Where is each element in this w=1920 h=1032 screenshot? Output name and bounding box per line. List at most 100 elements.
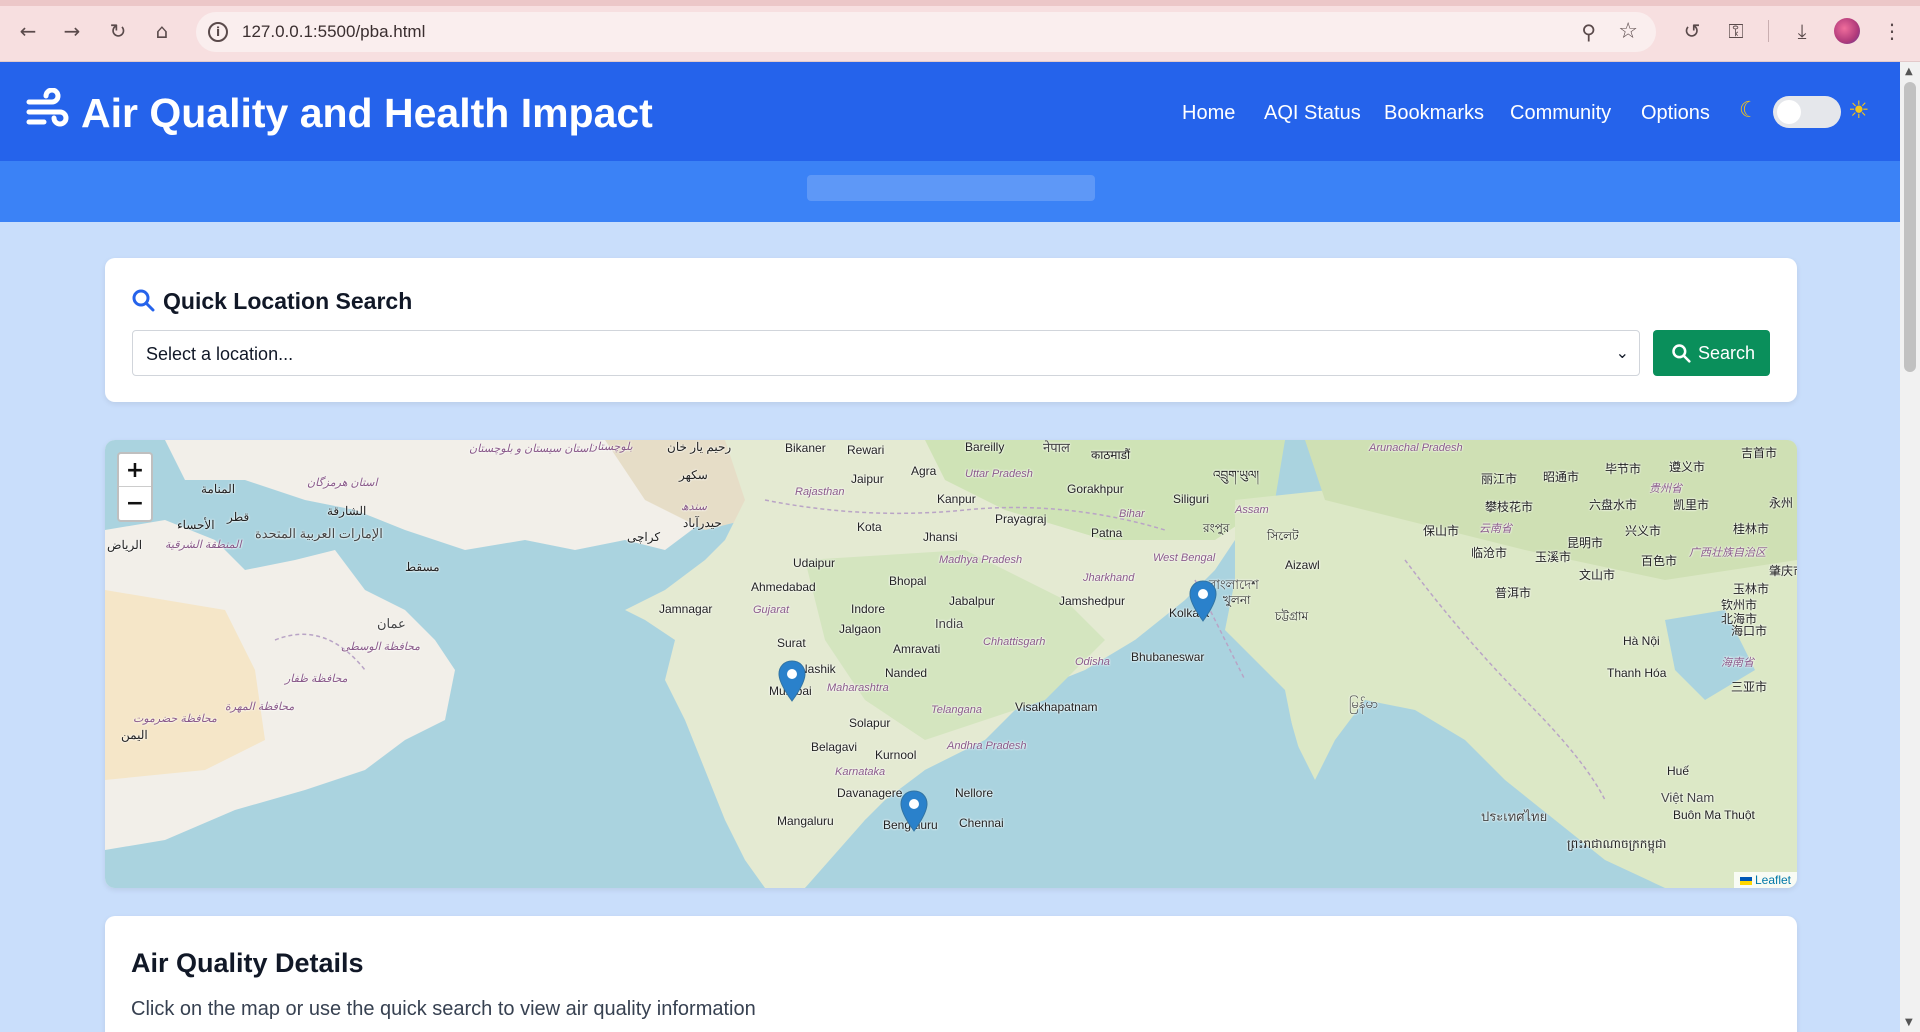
map-label: Bhopal	[889, 574, 927, 588]
map-label: الشارقة	[327, 504, 367, 518]
map-label: Rajasthan	[795, 486, 845, 498]
search-button-label[interactable]: Search	[1698, 343, 1755, 364]
map-label: 海南省	[1721, 657, 1754, 669]
scroll-down-arrow-icon[interactable]: ▼	[1905, 1017, 1913, 1028]
map-label: 桂林市	[1733, 522, 1770, 536]
address-url[interactable]: 127.0.0.1:5500/pba.html	[242, 22, 425, 42]
details-hint-text: Click on the map or use the quick search…	[131, 998, 756, 1020]
address-bar[interactable]: i 127.0.0.1:5500/pba.html ⚲ ☆	[196, 12, 1656, 52]
wind-logo-icon	[26, 88, 69, 127]
details-title: Air Quality Details	[131, 948, 364, 978]
hero-banner	[0, 161, 1900, 222]
map-label: مسقط	[405, 560, 440, 574]
map-label: Chhattisgarh	[983, 636, 1046, 648]
key-icon[interactable]: ⚿	[1722, 17, 1750, 45]
map-label: Agra	[911, 464, 937, 478]
map-label: 永州	[1769, 496, 1794, 510]
browser-toolbar: ← → ↻ ⌂ i 127.0.0.1:5500/pba.html ⚲ ☆ ↺ …	[0, 0, 1920, 62]
theme-toggle[interactable]	[1773, 96, 1841, 128]
chevron-down-icon[interactable]: ⌄	[1616, 343, 1629, 362]
site-info-icon[interactable]: i	[208, 22, 228, 42]
scroll-up-arrow-icon[interactable]: ▲	[1905, 66, 1913, 77]
map-label: Udaipur	[793, 556, 836, 570]
map-marker-mumbai[interactable]	[778, 660, 806, 702]
map-label: قطر	[227, 510, 250, 524]
map-card[interactable]: + − Bikaner Rewari Bareilly नेपाल काठमाड…	[105, 440, 1797, 888]
map-label: Prayagraj	[995, 512, 1047, 526]
map-label: Ahmedabad	[751, 580, 816, 594]
map-label: 毕节市	[1605, 462, 1642, 476]
scrollbar-thumb[interactable]	[1904, 82, 1916, 372]
reload-icon[interactable]: ↻	[104, 17, 132, 45]
back-icon[interactable]: ←	[14, 17, 42, 45]
map-label: محافظة ظفار	[285, 673, 348, 685]
map-label: استان سیستان و بلوچستان	[469, 443, 592, 455]
map-label: Davanagere	[837, 786, 903, 800]
nav-aqi-status[interactable]: AQI Status	[1264, 102, 1361, 125]
map-label: 六盘水市	[1589, 498, 1638, 512]
map-label: সিলেট	[1267, 529, 1299, 543]
map-label: 保山市	[1423, 524, 1460, 538]
map-label: Việt Nam	[1661, 790, 1715, 805]
nav-bookmarks[interactable]: Bookmarks	[1384, 102, 1484, 125]
map-label: كراچی	[627, 530, 661, 544]
map-label: اليمن	[121, 728, 148, 742]
map-label: ประเทศไทย	[1481, 809, 1548, 824]
map-label: المنطقة الشرقية	[165, 539, 242, 551]
map-label: 百色市	[1641, 554, 1678, 568]
zoom-in-button[interactable]: +	[119, 454, 151, 487]
search-button-icon	[1672, 344, 1691, 363]
zoom-out-button[interactable]: −	[119, 487, 151, 520]
map-label: Maharashtra	[827, 682, 889, 694]
map-label: नेपाल	[1043, 440, 1070, 455]
map-label: 遵义市	[1669, 460, 1706, 474]
map-label: Patna	[1091, 526, 1123, 540]
browser-tab-strip	[0, 0, 1920, 6]
menu-kebab-icon[interactable]: ⋮	[1878, 17, 1906, 45]
map-label: المنامة	[201, 482, 236, 496]
home-icon[interactable]: ⌂	[148, 17, 176, 45]
map-marker-kolkata[interactable]	[1189, 580, 1217, 622]
leaflet-link[interactable]: Leaflet	[1755, 873, 1791, 887]
map-label: India	[935, 616, 964, 631]
map-label: بلوچستان	[589, 441, 633, 453]
map-marker-bengaluru[interactable]	[900, 790, 928, 832]
nav-options[interactable]: Options	[1641, 102, 1710, 125]
bookmark-star-icon[interactable]: ☆	[1618, 19, 1638, 44]
map-label: Solapur	[849, 716, 891, 730]
page-scrollbar[interactable]: ▲ ▼	[1900, 62, 1920, 1032]
map-label: Jamshedpur	[1059, 594, 1126, 608]
location-select[interactable]: Select a location... ⌄	[132, 330, 1640, 376]
map-label: Hà Nội	[1623, 634, 1660, 648]
map-attribution[interactable]: Leaflet	[1733, 872, 1797, 888]
forward-icon[interactable]: →	[58, 17, 86, 45]
map-label: 云南省	[1479, 523, 1512, 535]
map-label: Belagavi	[811, 740, 858, 754]
nav-home[interactable]: Home	[1182, 102, 1235, 125]
sun-icon: ☀	[1848, 96, 1870, 124]
map-label: Gorakhpur	[1067, 482, 1124, 496]
quick-search-title: Quick Location Search	[163, 288, 413, 314]
map-label: Bareilly	[965, 440, 1005, 454]
map-label: Nellore	[955, 786, 994, 800]
map-label: Indore	[851, 602, 886, 616]
nav-community[interactable]: Community	[1510, 102, 1611, 125]
map-label: काठमाडौं	[1091, 448, 1131, 462]
history-icon[interactable]: ↺	[1678, 17, 1706, 45]
location-select-value[interactable]: Select a location...	[146, 344, 293, 365]
map-label: চট্টগ্রাম	[1275, 609, 1309, 623]
map-label: Mangaluru	[777, 814, 834, 828]
banner-placeholder-bar	[807, 175, 1095, 201]
map-label: Amravati	[893, 642, 941, 656]
map-label: Kota	[857, 520, 882, 534]
search-button[interactable]: Search	[1653, 330, 1770, 376]
download-icon[interactable]: ⤓	[1788, 17, 1816, 45]
profile-avatar[interactable]	[1834, 18, 1860, 44]
map-label: Visakhapatnam	[1015, 700, 1098, 714]
map-label: Andhra Pradesh	[947, 740, 1027, 752]
zoom-icon[interactable]: ⚲	[1581, 20, 1596, 44]
map-label: سندھ	[681, 501, 707, 513]
map-label: Buôn Ma Thuột	[1673, 808, 1755, 822]
toggle-knob	[1777, 100, 1801, 124]
map-label: 贵州省	[1649, 483, 1682, 495]
